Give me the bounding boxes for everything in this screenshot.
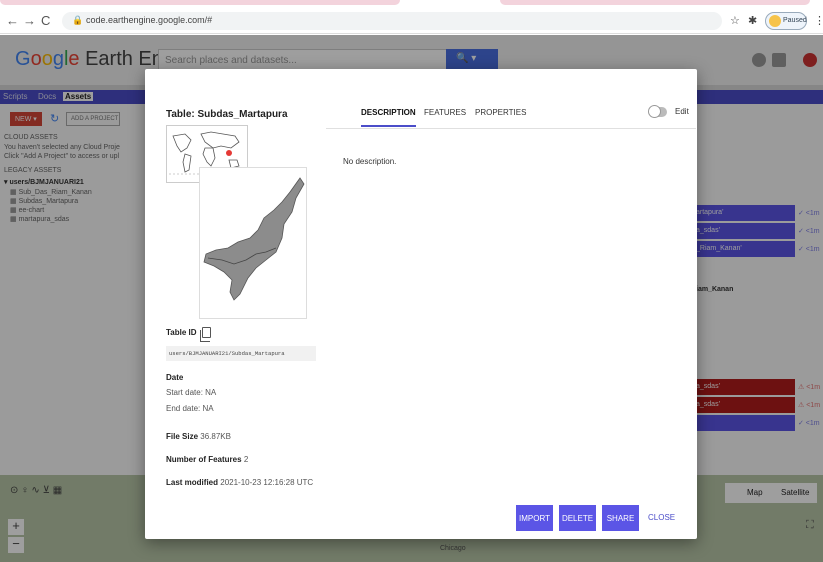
table-id-label: Table ID: [166, 328, 197, 337]
tab-features[interactable]: FEATURES: [424, 108, 466, 117]
dialog-tabs: DESCRIPTION FEATURES PROPERTIES: [326, 97, 696, 129]
copy-icon[interactable]: [200, 327, 211, 342]
url-text: code.earthengine.google.com/#: [86, 15, 213, 25]
file-size-value: 36.87KB: [200, 432, 231, 441]
number-of-features: Number of Features 2: [166, 455, 249, 464]
reload-icon[interactable]: C: [41, 13, 50, 28]
lock-icon: 🔒: [72, 15, 84, 25]
browser-tab[interactable]: [500, 0, 810, 5]
delete-button[interactable]: DELETE: [559, 505, 596, 531]
avatar: [769, 15, 781, 27]
file-size: File Size 36.87KB: [166, 432, 231, 441]
asset-details-dialog: Table: Subdas_Martapura DESCRIPTION FEAT…: [145, 69, 697, 539]
star-icon[interactable]: ☆: [730, 14, 740, 27]
edit-toggle[interactable]: [648, 105, 667, 118]
tab-properties[interactable]: PROPERTIES: [475, 108, 526, 117]
forward-icon[interactable]: →: [23, 13, 36, 28]
edit-label: Edit: [675, 107, 689, 116]
table-id-value[interactable]: users/BJMJANUARI21/Subdas_Martapura: [166, 346, 316, 361]
browser-address-bar: ← → C 🔒 code.earthengine.google.com/# ☆ …: [0, 8, 823, 34]
toggle-knob: [648, 105, 661, 118]
close-button[interactable]: CLOSE: [648, 513, 675, 522]
back-icon[interactable]: ←: [6, 13, 19, 28]
profile-status: Paused: [783, 17, 807, 24]
description-text: No description.: [343, 157, 397, 166]
table-thumbnail: [199, 167, 307, 319]
browser-tab-strip: [0, 0, 823, 8]
extensions-icon[interactable]: ✱: [748, 14, 757, 27]
end-date: End date: NA: [166, 404, 214, 413]
menu-icon[interactable]: ⋮: [814, 14, 823, 27]
profile-button[interactable]: Paused: [765, 12, 807, 30]
browser-tab[interactable]: [0, 0, 400, 5]
dialog-title: Table: Subdas_Martapura: [166, 109, 288, 120]
tab-description[interactable]: DESCRIPTION: [361, 108, 416, 127]
last-modified: Last modified 2021-10-23 12:16:28 UTC: [166, 478, 314, 487]
share-button[interactable]: SHARE: [602, 505, 639, 531]
last-modified-value: 2021-10-23 12:16:28 UTC: [220, 478, 314, 487]
number-of-features-value: 2: [243, 455, 249, 464]
start-date: Start date: NA: [166, 388, 217, 397]
url-input[interactable]: 🔒 code.earthengine.google.com/#: [62, 12, 722, 30]
date-label: Date: [166, 373, 184, 382]
import-button[interactable]: IMPORT: [516, 505, 553, 531]
